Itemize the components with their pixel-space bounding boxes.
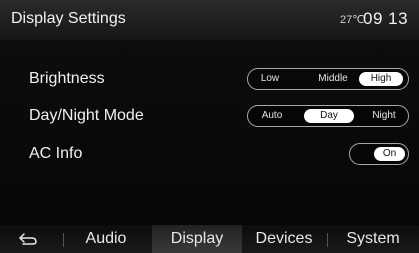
brightness-selector: Low Middle High <box>247 68 409 90</box>
brightness-option-high[interactable]: High <box>359 72 403 86</box>
ac-info-label: AC Info <box>29 145 83 162</box>
bottom-nav: Audio Display Devices System <box>0 225 419 253</box>
brightness-label: Brightness <box>29 70 105 87</box>
tab-display[interactable]: Display <box>152 225 242 253</box>
mode-option-day[interactable]: Day <box>304 109 354 123</box>
day-night-mode-selector: Auto Day Night <box>247 105 409 127</box>
tab-devices[interactable]: Devices <box>246 225 322 253</box>
brightness-option-middle[interactable]: Middle <box>312 72 354 86</box>
nav-divider <box>63 233 64 247</box>
display-settings-screen: Display Settings 27℃ 09 13 Brightness Lo… <box>0 0 419 253</box>
mode-option-night[interactable]: Night <box>364 109 404 123</box>
clock: 09 13 <box>363 9 409 28</box>
tab-audio[interactable]: Audio <box>72 225 140 253</box>
ac-info-toggle-state: On <box>374 147 405 161</box>
header-bar: Display Settings 27℃ 09 13 <box>0 0 419 40</box>
nav-divider <box>327 233 328 247</box>
brightness-option-low[interactable]: Low <box>252 72 288 86</box>
mode-option-auto[interactable]: Auto <box>252 109 292 123</box>
ac-info-toggle[interactable]: On <box>349 143 409 165</box>
tab-system[interactable]: System <box>336 225 410 253</box>
back-arrow-icon[interactable] <box>18 231 38 247</box>
day-night-mode-label: Day/Night Mode <box>29 107 144 124</box>
page-title: Display Settings <box>11 10 126 27</box>
temperature-readout: 27℃ <box>340 14 365 26</box>
